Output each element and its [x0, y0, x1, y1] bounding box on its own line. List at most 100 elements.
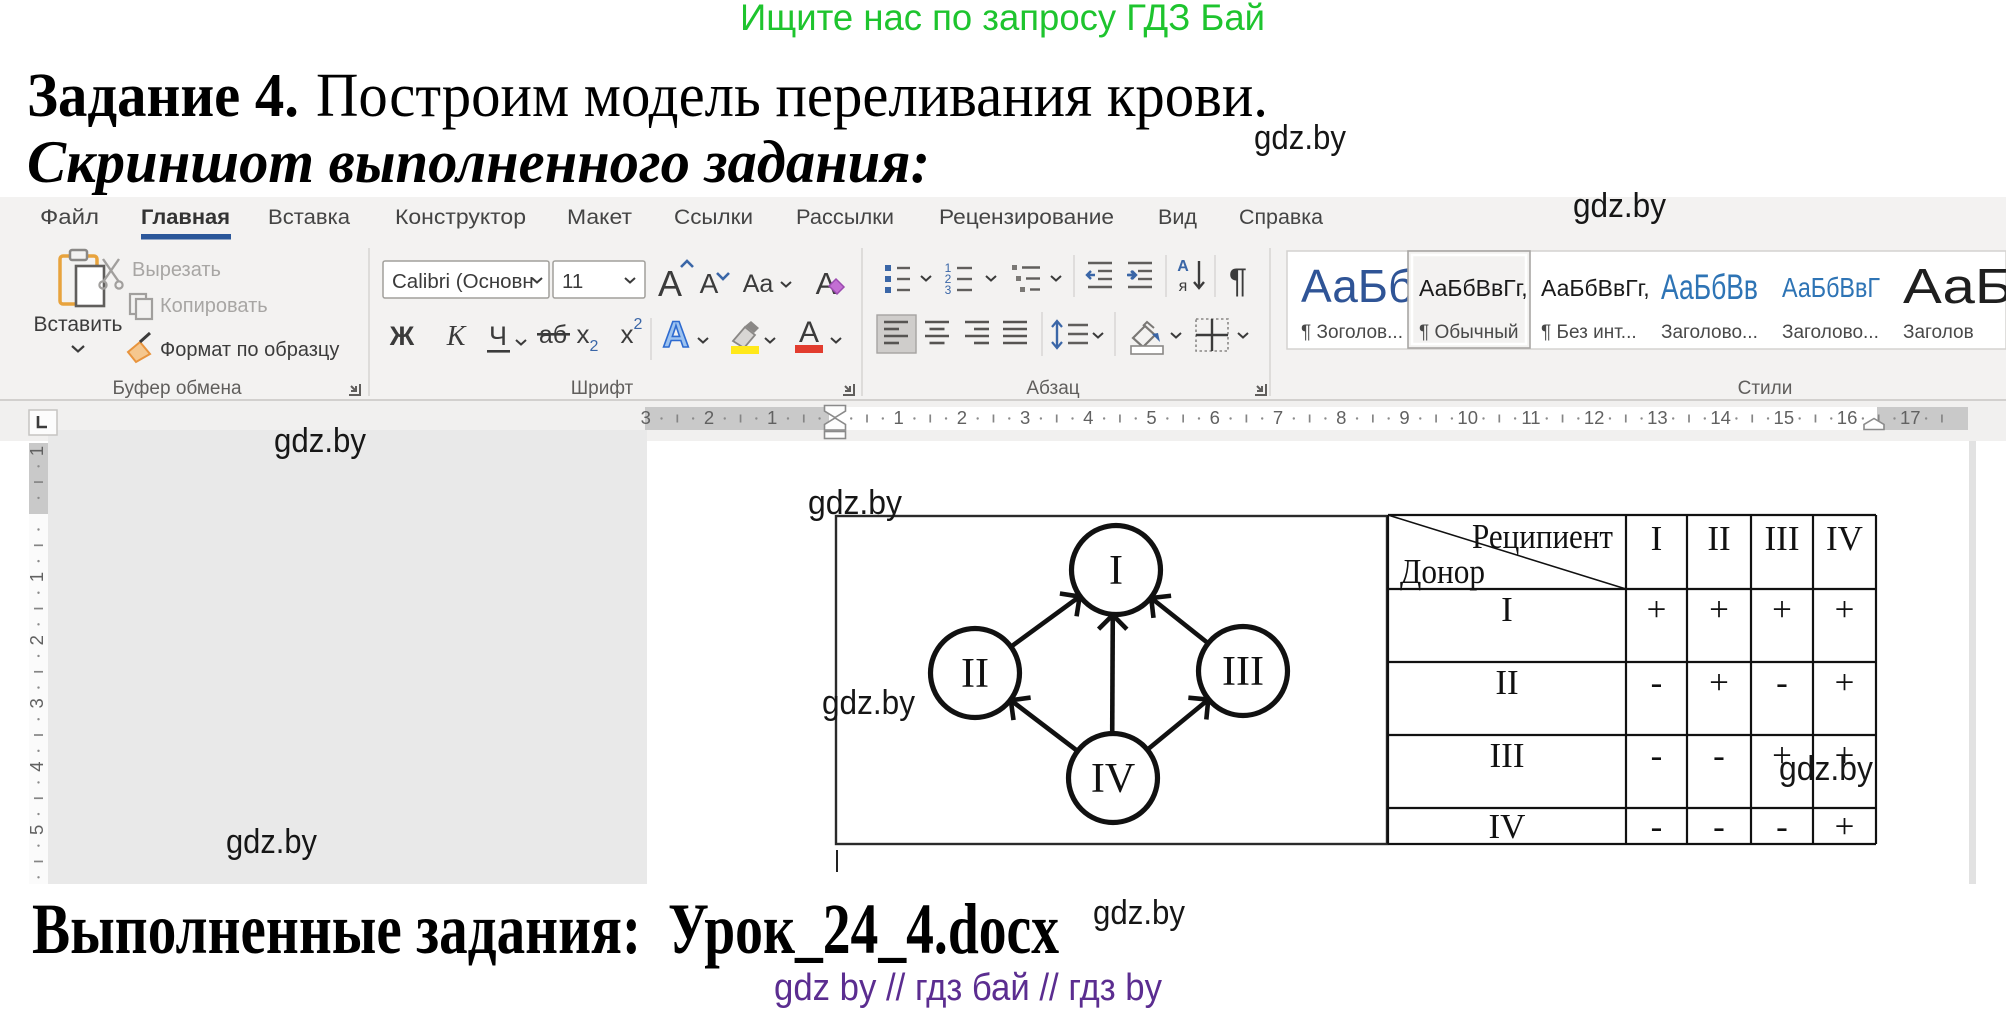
- svg-text:2: 2: [957, 407, 967, 428]
- svg-text:7: 7: [1273, 407, 1283, 428]
- svg-text:Задание 4.: Задание 4.: [27, 62, 299, 130]
- svg-text:Донор: Донор: [1400, 552, 1485, 591]
- svg-text:Скриншот выполненного задания:: Скриншот выполненного задания:: [27, 129, 930, 195]
- svg-text:+: +: [1647, 590, 1667, 629]
- svg-text:+: +: [1835, 807, 1855, 846]
- svg-text:13: 13: [1647, 407, 1668, 428]
- svg-text:Рассылки: Рассылки: [796, 205, 894, 229]
- svg-text:+: +: [1709, 663, 1729, 702]
- svg-text:Стили: Стили: [1738, 378, 1793, 399]
- svg-text:12: 12: [1584, 407, 1605, 428]
- svg-text:Урок_24_4.docx: Урок_24_4.docx: [668, 889, 1059, 969]
- svg-text:2: 2: [704, 407, 714, 428]
- svg-text:Реципиент: Реципиент: [1472, 517, 1613, 556]
- svg-text:Абзац: Абзац: [1026, 378, 1079, 399]
- svg-text:¶ Зоголов...: ¶ Зоголов...: [1301, 322, 1403, 343]
- svg-text:+: +: [1835, 663, 1855, 702]
- svg-text:¶: ¶: [1229, 262, 1247, 300]
- svg-text:я: я: [1179, 278, 1188, 295]
- svg-text:6: 6: [1210, 407, 1220, 428]
- svg-text:Вырезать: Вырезать: [132, 259, 221, 281]
- svg-text:II: II: [961, 651, 989, 697]
- svg-text:Построим модель переливания кр: Построим модель переливания крови.: [316, 62, 1268, 130]
- svg-text:x: x: [577, 319, 590, 349]
- svg-text:IV: IV: [1091, 756, 1135, 802]
- svg-text:4: 4: [26, 761, 47, 771]
- svg-text:I: I: [1501, 590, 1513, 629]
- svg-text:A: A: [700, 268, 719, 299]
- svg-text:Вставка: Вставка: [268, 205, 350, 229]
- svg-text:Ищите нас по запросу ГДЗ Бай: Ищите нас по запросу ГДЗ Бай: [740, 0, 1265, 38]
- svg-text:10: 10: [1457, 407, 1478, 428]
- svg-text:-: -: [1651, 736, 1663, 775]
- svg-text:+: +: [1835, 590, 1855, 629]
- svg-text:Буфер обмена: Буфер обмена: [112, 378, 242, 399]
- svg-text:АаБбВвГ: АаБбВвГ: [1782, 272, 1880, 303]
- svg-text:gdz.by: gdz.by: [226, 823, 317, 861]
- svg-text:Справка: Справка: [1239, 205, 1323, 229]
- svg-text:gdz.by: gdz.by: [274, 422, 366, 460]
- svg-text:15: 15: [1774, 407, 1795, 428]
- svg-text:3: 3: [1020, 407, 1030, 428]
- svg-text:-: -: [1776, 663, 1788, 702]
- svg-text:Заголово...: Заголово...: [1661, 322, 1758, 343]
- svg-text:11: 11: [1521, 407, 1540, 428]
- svg-text:К: К: [446, 321, 467, 352]
- svg-text:III: III: [1222, 649, 1264, 695]
- svg-text:Ссылки: Ссылки: [674, 205, 753, 229]
- svg-text:-: -: [1776, 807, 1788, 846]
- svg-text:Заголов: Заголов: [1903, 322, 1974, 343]
- svg-text:1: 1: [767, 407, 777, 428]
- svg-text:gdz by // гдз бай // гдз b: gdz by // гдз бай // гдз by: [774, 967, 1162, 1009]
- svg-text:Calibri (Основн: Calibri (Основн: [392, 270, 534, 293]
- svg-text:А: А: [1177, 258, 1189, 275]
- svg-text:А: А: [799, 316, 819, 349]
- svg-text:3: 3: [945, 283, 952, 297]
- svg-text:III: III: [1490, 736, 1525, 775]
- svg-text:I: I: [1651, 519, 1663, 558]
- svg-text:-: -: [1713, 736, 1725, 775]
- svg-text:2: 2: [26, 635, 47, 645]
- svg-text:II: II: [1707, 519, 1730, 558]
- svg-text:Файл: Файл: [40, 205, 99, 229]
- svg-text:А: А: [663, 314, 690, 355]
- svg-text:¶ Без инт...: ¶ Без инт...: [1541, 322, 1637, 343]
- svg-text:2: 2: [634, 316, 643, 333]
- svg-text:Конструктор: Конструктор: [395, 205, 526, 229]
- svg-text:-: -: [1713, 807, 1725, 846]
- svg-text:gdz.by: gdz.by: [1254, 119, 1346, 157]
- svg-text:3: 3: [641, 407, 651, 428]
- svg-text:Копировать: Копировать: [160, 295, 268, 317]
- svg-text:17: 17: [1900, 407, 1921, 428]
- svg-text:1: 1: [893, 407, 903, 428]
- svg-text:Выполненные задания:: Выполненные задания:: [32, 889, 641, 969]
- svg-text:Вставить: Вставить: [33, 313, 122, 336]
- svg-text:АаБбВвГг,: АаБбВвГг,: [1419, 275, 1528, 301]
- svg-text:АаБ: АаБ: [1903, 260, 2006, 314]
- svg-text:Aa: Aa: [743, 270, 774, 298]
- svg-text:IV: IV: [1826, 519, 1863, 558]
- svg-text:Рецензирование: Рецензирование: [939, 205, 1114, 229]
- svg-text:4: 4: [1083, 407, 1093, 428]
- svg-text:Шрифт: Шрифт: [571, 378, 634, 399]
- svg-text:5: 5: [1146, 407, 1156, 428]
- svg-text:9: 9: [1399, 407, 1409, 428]
- svg-text:IV: IV: [1489, 807, 1526, 846]
- svg-text:x: x: [621, 319, 634, 349]
- svg-text:I: I: [1109, 548, 1123, 594]
- svg-text:Вид: Вид: [1158, 205, 1197, 229]
- svg-text:gdz.by: gdz.by: [1779, 750, 1873, 788]
- svg-text:Макет: Макет: [567, 205, 632, 229]
- svg-text:14: 14: [1710, 407, 1731, 428]
- svg-text:gdz.by: gdz.by: [1573, 187, 1666, 225]
- svg-text:+: +: [1709, 590, 1729, 629]
- svg-text:gdz.by: gdz.by: [808, 484, 902, 522]
- svg-text:-: -: [1651, 807, 1663, 846]
- svg-text:III: III: [1765, 519, 1800, 558]
- svg-text:+: +: [1772, 590, 1792, 629]
- svg-text:5: 5: [26, 825, 47, 835]
- svg-text:3: 3: [26, 698, 47, 708]
- svg-text:16: 16: [1837, 407, 1858, 428]
- svg-text:АаБбВвГг,: АаБбВвГг,: [1541, 275, 1650, 301]
- svg-text:II: II: [1495, 663, 1518, 702]
